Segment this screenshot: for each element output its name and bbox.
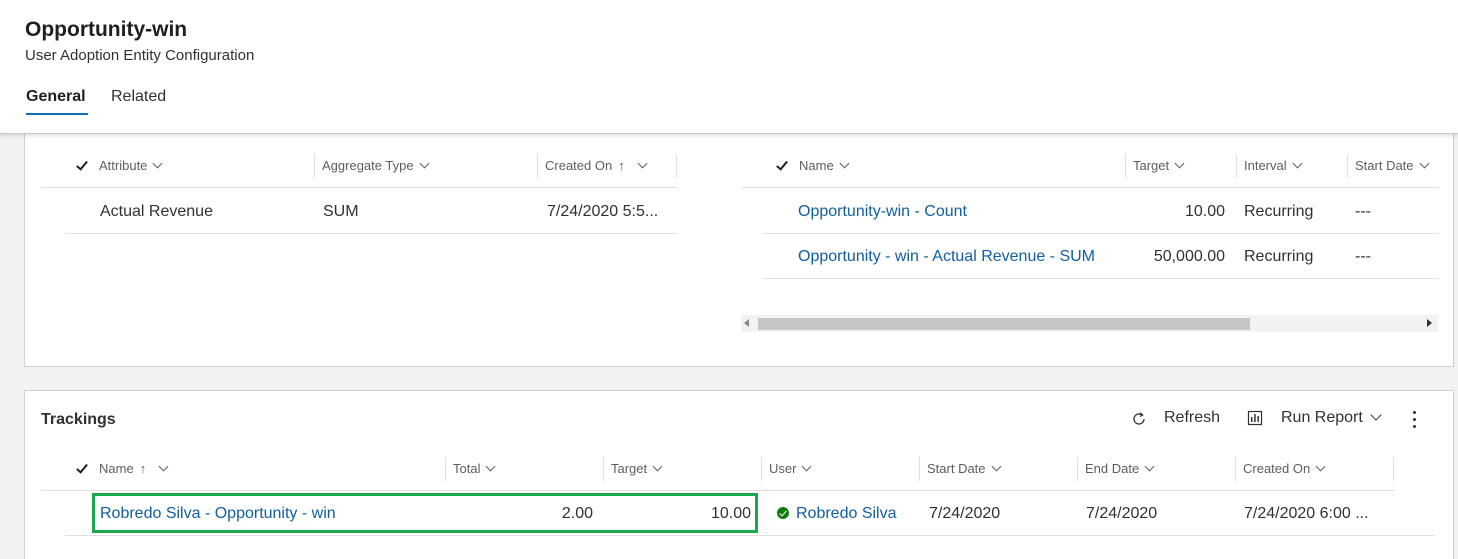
section-title: Trackings [41, 411, 116, 428]
horizontal-scrollbar[interactable] [741, 315, 1438, 332]
chevron-down-icon [158, 461, 169, 472]
tab-related[interactable]: Related [111, 88, 166, 106]
column-header-target[interactable]: Target [1133, 144, 1185, 188]
cell-target: 50,000.00 [1153, 248, 1225, 265]
chevron-down-icon [802, 461, 812, 472]
chevron-down-icon [152, 158, 163, 169]
cell-created-on: 7/24/2020 5:5... [547, 203, 659, 220]
report-icon [1247, 410, 1263, 426]
chevron-down-icon [839, 158, 850, 169]
chevron-down-icon [652, 461, 663, 472]
select-all-check-icon[interactable] [776, 158, 788, 171]
more-icon[interactable] [1413, 411, 1417, 429]
refresh-icon [1133, 412, 1145, 425]
record-title: Opportunity-win [25, 18, 188, 41]
cell-target: 10.00 [1184, 203, 1225, 220]
cell-aggregate-type: SUM [323, 203, 359, 220]
cell-start-date: --- [1355, 203, 1371, 220]
scrollbar-thumb[interactable] [758, 318, 1250, 330]
config-section: Attribute Aggregate Type Created On ↑ Act… [24, 120, 1454, 367]
status-active-icon [777, 507, 789, 519]
column-header-attribute[interactable]: Attribute [99, 144, 163, 188]
select-all-check-icon[interactable] [76, 461, 88, 474]
trackings-section: Trackings Refresh Run Report Name ↑ Total… [24, 390, 1454, 559]
goal-name-link[interactable]: Opportunity-win - Count [798, 189, 967, 234]
column-header-start-date[interactable]: Start Date [1355, 144, 1429, 188]
cell-created-on: 7/24/2020 6:00 ... [1244, 505, 1369, 522]
column-header-created-on[interactable]: Created On ↑ [545, 144, 648, 188]
user-link[interactable]: Robredo Silva [777, 491, 897, 536]
scroll-right-icon[interactable] [1427, 319, 1432, 327]
table-row[interactable]: Opportunity - win - Actual Revenue - SUM… [763, 234, 1439, 279]
run-report-button[interactable]: Run Report [1247, 409, 1382, 427]
tab-general[interactable]: General [26, 88, 86, 106]
cell-interval: Recurring [1244, 203, 1314, 220]
column-header-end-date[interactable]: End Date [1085, 447, 1155, 491]
attributes-grid-header: Attribute Aggregate Type Created On ↑ [41, 144, 677, 188]
chevron-down-icon [637, 158, 648, 169]
entity-subtitle: User Adoption Entity Configuration [25, 47, 255, 64]
select-all-check-icon[interactable] [76, 158, 88, 171]
cell-end-date: 7/24/2020 [1086, 505, 1158, 522]
cell-start-date: --- [1355, 248, 1371, 265]
table-row[interactable]: Opportunity-win - Count 10.00 Recurring … [763, 189, 1439, 234]
table-row[interactable]: Actual Revenue SUM 7/24/2020 5:5... [65, 189, 677, 234]
cell-interval: Recurring [1244, 248, 1314, 265]
chevron-down-icon [1370, 409, 1382, 421]
column-header-interval[interactable]: Interval [1244, 144, 1303, 188]
sort-ascending-icon: ↑ [139, 461, 147, 476]
cell-attribute: Actual Revenue [100, 203, 213, 220]
goal-name-link[interactable]: Opportunity - win - Actual Revenue - SUM [798, 234, 1095, 279]
refresh-button[interactable]: Refresh [1131, 409, 1220, 427]
goals-grid-header: Name Target Interval Start Date [741, 144, 1439, 188]
form-header: Opportunity-win User Adoption Entity Con… [0, 0, 1458, 134]
chevron-down-icon [1419, 158, 1429, 169]
column-header-created-on[interactable]: Created On [1243, 447, 1326, 491]
sort-ascending-icon: ↑ [618, 158, 625, 173]
active-tab-indicator [26, 113, 88, 115]
column-header-target[interactable]: Target [611, 447, 663, 491]
column-header-name[interactable]: Name [799, 144, 850, 188]
trackings-grid-header: Name ↑ Total Target User Start Date End D… [41, 447, 1395, 491]
column-header-start-date[interactable]: Start Date [927, 447, 1001, 491]
column-header-total[interactable]: Total [453, 447, 496, 491]
cell-start-date: 7/24/2020 [929, 505, 1001, 522]
chevron-down-icon [1292, 158, 1303, 169]
chevron-down-icon [486, 461, 496, 472]
highlight-box [92, 493, 758, 533]
chevron-down-icon [1315, 461, 1326, 472]
chevron-down-icon [1144, 461, 1155, 472]
column-header-aggregate-type[interactable]: Aggregate Type [322, 144, 430, 188]
chevron-down-icon [1174, 158, 1185, 169]
scroll-left-icon[interactable] [744, 319, 749, 327]
column-header-user[interactable]: User [769, 447, 812, 491]
chevron-down-icon [419, 158, 430, 169]
chevron-down-icon [991, 461, 1001, 472]
column-header-name[interactable]: Name ↑ [99, 447, 169, 491]
